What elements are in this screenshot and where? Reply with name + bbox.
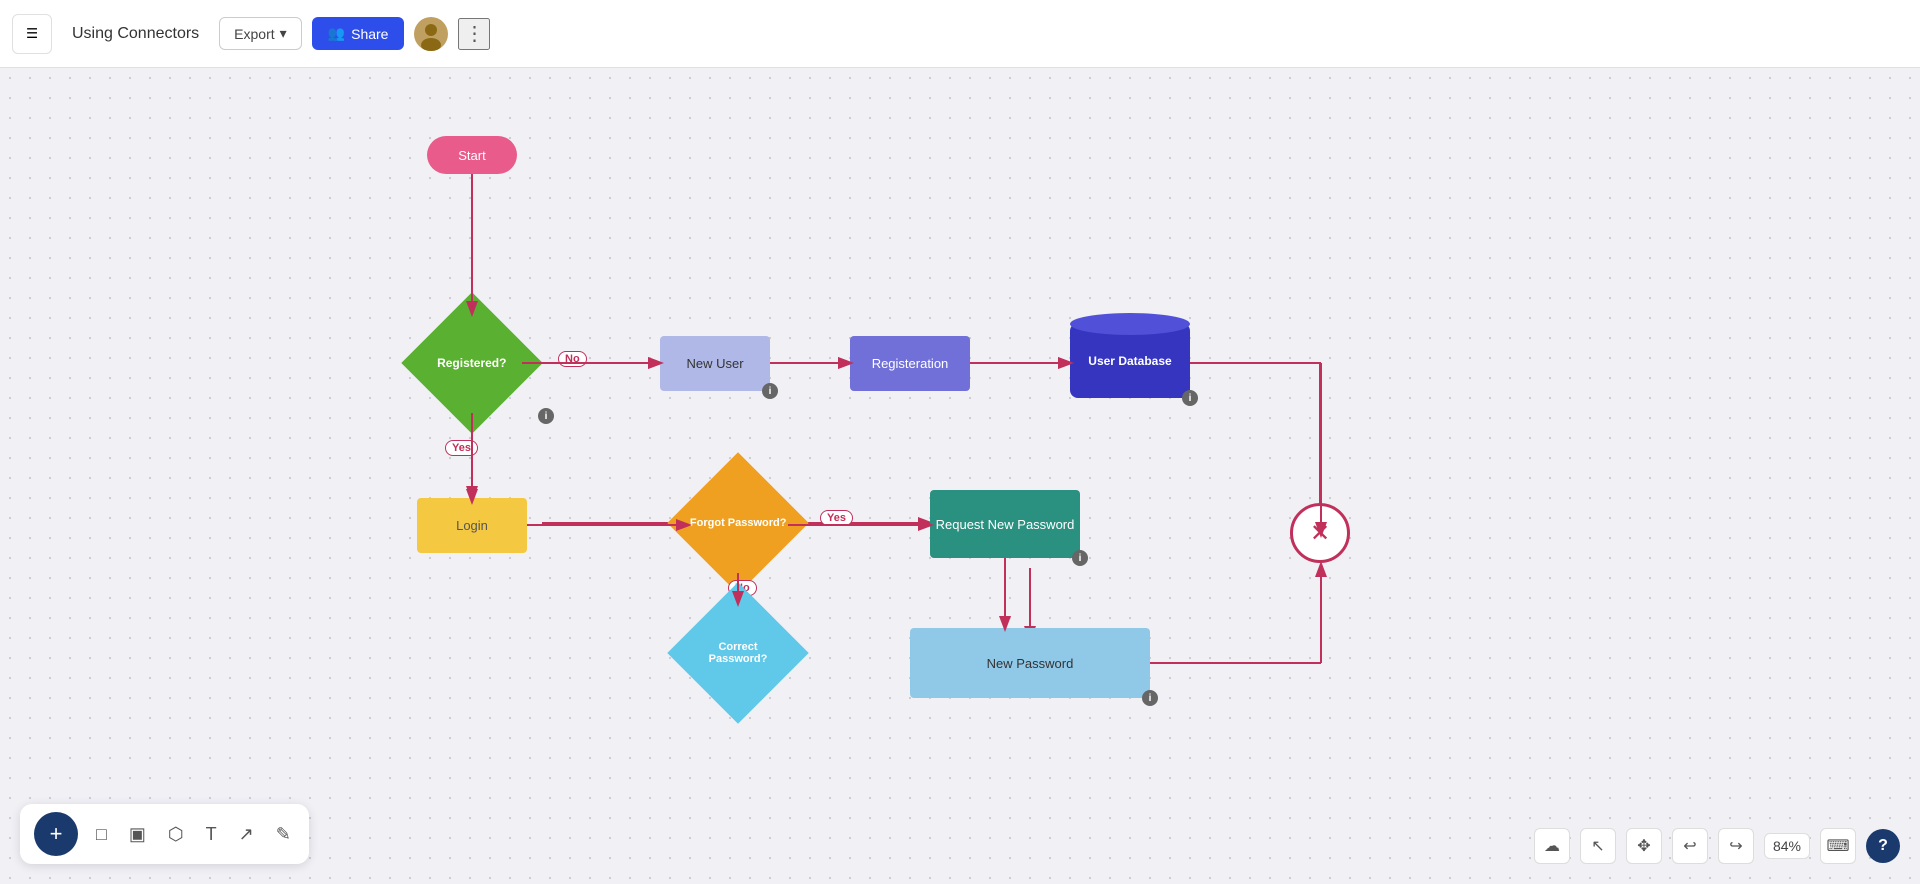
document-title: Using Connectors <box>62 25 209 43</box>
avatar[interactable] <box>414 17 448 51</box>
start-node[interactable]: Start <box>427 136 517 174</box>
export-button[interactable]: Export ▾ <box>219 17 302 50</box>
new-user-info-icon[interactable]: i <box>762 383 778 399</box>
line-tool[interactable]: ↗ <box>235 820 258 849</box>
routing-svg <box>320 118 1420 818</box>
bottom-right-toolbar: ☁ ↖ ✥ ↩ ↪ 84% ⌨ ? <box>1534 828 1900 864</box>
flowchart: Start Registered? i No Yes New User i Re… <box>320 118 1420 718</box>
add-icon: + <box>50 821 63 847</box>
rectangle-tool[interactable]: □ <box>92 820 111 849</box>
request-new-password-info-icon[interactable]: i <box>1072 550 1088 566</box>
yes2-label: Yes <box>820 510 853 526</box>
cloud-button[interactable]: ☁ <box>1534 828 1570 864</box>
bottom-toolbar: + ✦ □ ▣ ⬡ T ↗ ✎ <box>20 804 309 864</box>
login-node[interactable]: Login <box>417 498 527 553</box>
share-button[interactable]: 👥 Share <box>312 17 405 50</box>
menu-icon: ☰ <box>26 26 38 42</box>
shape-tool[interactable]: ⬡ <box>164 820 188 849</box>
help-icon: ? <box>1878 837 1888 855</box>
add-button[interactable]: + ✦ <box>34 812 78 856</box>
request-new-password-node[interactable]: Request New Password i <box>930 490 1080 558</box>
registered-info-icon[interactable]: i <box>538 408 554 424</box>
menu-button[interactable]: ☰ <box>12 14 52 54</box>
undo-icon: ↩ <box>1683 836 1696 856</box>
cloud-icon: ☁ <box>1544 836 1560 856</box>
freehand-tool[interactable]: ✎ <box>272 820 295 849</box>
share-icon: 👥 <box>328 25 345 42</box>
keyboard-button[interactable]: ⌨ <box>1820 828 1856 864</box>
move-tool-button[interactable]: ✥ <box>1626 828 1662 864</box>
new-password-node[interactable]: New Password i <box>910 628 1150 698</box>
registered-diamond[interactable]: Registered? <box>422 313 522 413</box>
spark-icon: ✦ <box>74 808 82 819</box>
new-user-node[interactable]: New User i <box>660 336 770 391</box>
move-icon: ✥ <box>1637 836 1650 856</box>
redo-button[interactable]: ↪ <box>1718 828 1754 864</box>
cross-node[interactable]: ✕ <box>1290 503 1350 563</box>
share-label: Share <box>351 26 388 42</box>
yes1-label: Yes <box>445 440 478 456</box>
select-icon: ↖ <box>1591 836 1604 856</box>
select-tool-button[interactable]: ↖ <box>1580 828 1616 864</box>
registration-node[interactable]: Registeration <box>850 336 970 391</box>
new-password-info-icon[interactable]: i <box>1142 690 1158 706</box>
redo-icon: ↪ <box>1729 836 1742 856</box>
header: ☰ Using Connectors Export ▾ 👥 Share ⋮ <box>0 0 1920 68</box>
undo-button[interactable]: ↩ <box>1672 828 1708 864</box>
more-options-button[interactable]: ⋮ <box>458 18 490 50</box>
help-button[interactable]: ? <box>1866 829 1900 863</box>
connectors-svg <box>320 118 1420 818</box>
more-icon: ⋮ <box>464 21 484 46</box>
canvas[interactable]: Start Registered? i No Yes New User i Re… <box>0 68 1920 884</box>
forgot-password-diamond[interactable]: Forgot Password? <box>688 473 788 573</box>
user-database-info-icon[interactable]: i <box>1182 390 1198 406</box>
keyboard-icon: ⌨ <box>1826 836 1849 856</box>
no1-label: No <box>558 351 587 367</box>
export-label: Export <box>234 26 274 42</box>
zoom-level: 84% <box>1764 833 1810 859</box>
table-tool[interactable]: ▣ <box>125 820 150 849</box>
user-database-node[interactable]: User Database i <box>1070 323 1190 398</box>
text-tool[interactable]: T <box>202 820 221 849</box>
chevron-down-icon: ▾ <box>280 25 287 42</box>
correct-password-diamond[interactable]: Correct Password? <box>688 603 788 703</box>
